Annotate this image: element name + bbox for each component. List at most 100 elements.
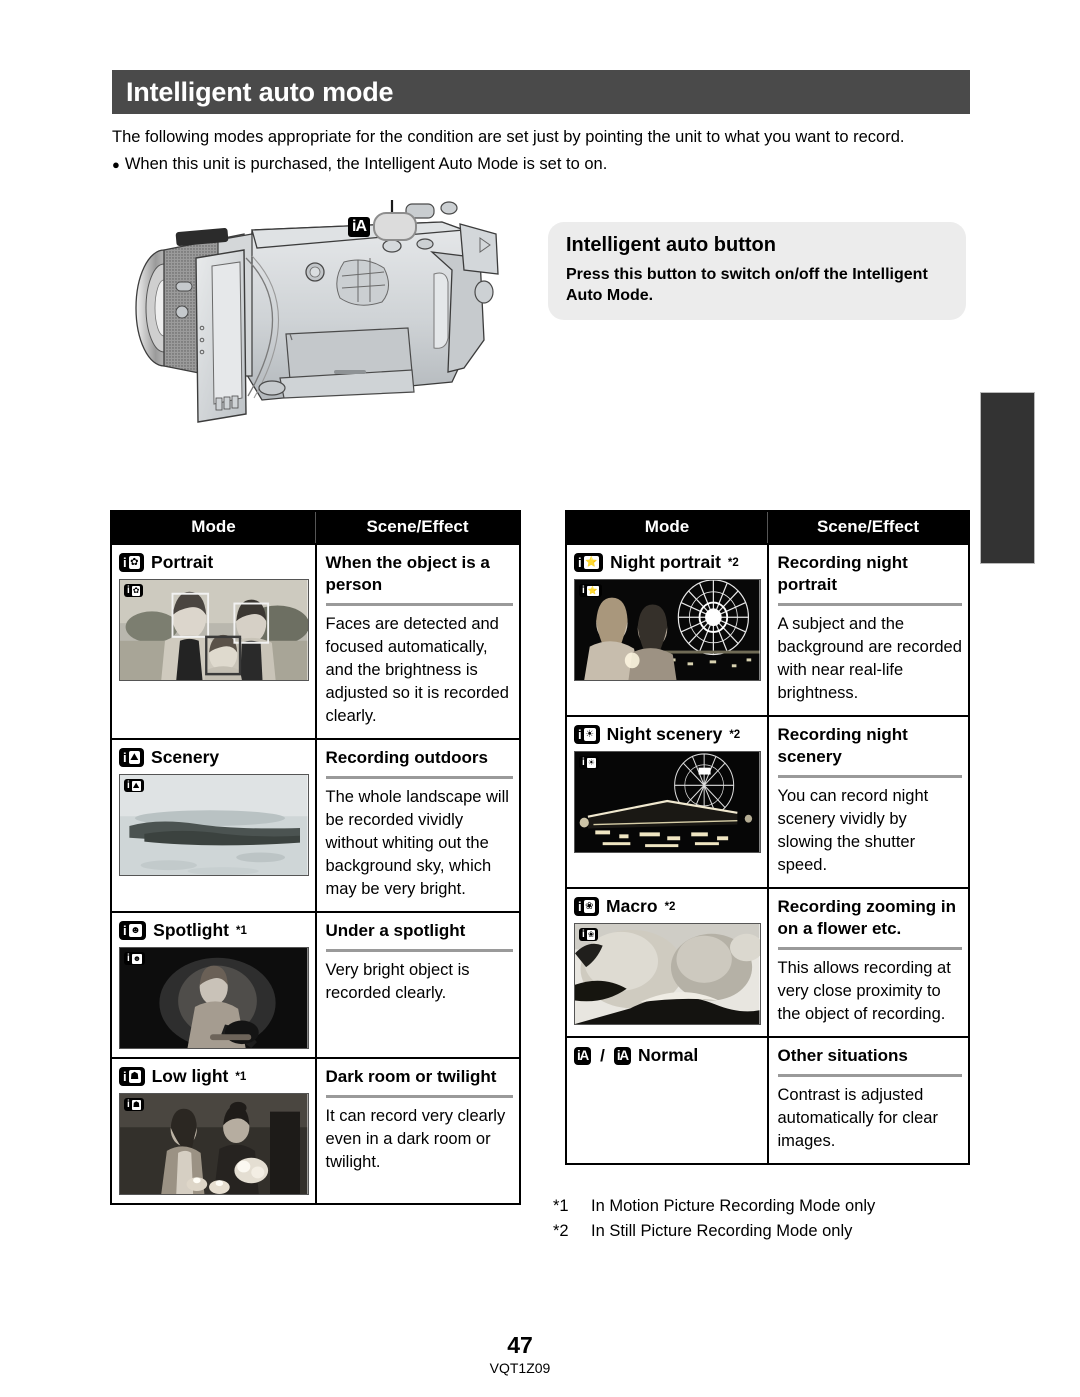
thumbnail-osd-icon: i ✿ (124, 584, 144, 597)
effect-cell-scenery: Recording outdoors The whole landscape w… (315, 738, 519, 912)
mode-cell-normal: iA / iA Normal (567, 1036, 769, 1163)
footnote-ref: *1 (235, 924, 247, 937)
mode-cell-macro: i ❀ Macro *2 i ❀ (567, 887, 769, 1037)
camcorder-svg (135, 200, 499, 423)
column-header-mode: Mode (567, 512, 768, 544)
effect-body: Faces are detected and focused automatic… (325, 615, 509, 725)
bullet-dot-icon: ● (112, 157, 120, 172)
thumbnail-night-portrait: i ⭐ (574, 579, 761, 681)
thumbnail-osd-icon: i ❀ (579, 928, 599, 941)
table-row: i ⛰ Scenery i ⛰ Recording outdoors The w… (112, 738, 519, 912)
effect-title: When the object is a person (325, 553, 490, 594)
thumbnail-macro: i ❀ (574, 923, 761, 1025)
table-row: i ⭐ Night portrait *2 i ⭐ Recording nigh… (567, 543, 968, 716)
column-header-effect: Scene/Effect (315, 512, 519, 544)
thumbnail-scenery: i ⛰ (119, 774, 309, 876)
thumbnail-osd-icon: i ⛰ (124, 779, 144, 792)
footnote-ref: *2 (727, 556, 739, 569)
effect-title: Recording night portrait (777, 553, 908, 594)
intro-bullet-item: ● When this unit is purchased, the Intel… (112, 153, 972, 176)
footnote-marker: *1 (553, 1197, 569, 1215)
page-edge-tab-marker (980, 392, 1035, 564)
table-row: i ☗ Low light *1 i ☗ Dark room or twilig… (112, 1057, 519, 1203)
footnote-text: In Motion Picture Recording Mode only (591, 1197, 876, 1215)
mode-name-label: Normal (637, 1045, 699, 1065)
table-row: iA / iA Normal Other situations Contrast… (567, 1036, 968, 1163)
thumbnail-portrait: i ✿ (119, 579, 309, 681)
spotlight-mode-icon: i ☻ (119, 921, 147, 940)
table-row: i ✿ Portrait i ✿ When the object is a pe… (112, 543, 519, 739)
footnotes-block: *1 In Motion Picture Recording Mode only… (553, 1194, 875, 1244)
macro-mode-icon: i ❀ (574, 897, 600, 916)
effect-divider (325, 603, 513, 606)
mode-name-label: Macro (606, 896, 658, 916)
mode-name-label: Scenery (151, 747, 220, 767)
page-title-bar: Intelligent auto mode (112, 70, 970, 114)
effect-cell-night-scenery: Recording night scenery You can record n… (767, 715, 968, 888)
camcorder-illustration (112, 200, 532, 490)
mode-cell-portrait: i ✿ Portrait i ✿ (112, 543, 317, 739)
mode-cell-low-light: i ☗ Low light *1 i ☗ (112, 1057, 317, 1203)
effect-cell-portrait: When the object is a person Faces are de… (315, 543, 519, 739)
effect-cell-macro: Recording zooming in on a flower etc. Th… (767, 887, 968, 1037)
night-portrait-mode-icon: i ⭐ (574, 553, 604, 572)
effect-title: Other situations (777, 1046, 908, 1065)
mode-label-normal: iA / iA Normal (574, 1045, 761, 1066)
thumbnail-spotlight: i ☻ (119, 947, 309, 1049)
callout-body: Press this button to switch on/off the I… (566, 266, 928, 304)
mode-name-label: Night scenery (606, 724, 723, 744)
ia-button-callout: iA (348, 212, 417, 241)
footnote-item: *1 In Motion Picture Recording Mode only (553, 1194, 875, 1219)
mode-table-right: Mode Scene/Effect i ⭐ Night portrait *2 (565, 510, 970, 1165)
mode-label-night-scenery: i ☀ Night scenery *2 (574, 724, 761, 745)
mode-label-spotlight: i ☻ Spotlight *1 (119, 920, 309, 941)
mode-cell-scenery: i ⛰ Scenery i ⛰ (112, 738, 317, 912)
effect-body: This allows recording at very close prox… (777, 959, 951, 1023)
effect-body: Contrast is adjusted automatically for c… (777, 1086, 938, 1150)
thumbnail-osd-icon: i ⭐ (579, 584, 602, 597)
mode-label-night-portrait: i ⭐ Night portrait *2 (574, 552, 761, 573)
effect-cell-night-portrait: Recording night portrait A subject and t… (767, 543, 968, 716)
effect-cell-spotlight: Under a spotlight Very bright object is … (315, 911, 519, 1058)
mode-cell-night-portrait: i ⭐ Night portrait *2 i ⭐ (567, 543, 769, 716)
effect-title: Recording night scenery (777, 725, 908, 766)
intro-bullet-text: When this unit is purchased, the Intelli… (124, 155, 608, 173)
thumbnail-night-scenery: i ☀ (574, 751, 761, 853)
ia-still-mode-icon: iA (613, 1046, 631, 1065)
intro-block: The following modes appropriate for the … (112, 126, 972, 176)
thumbnail-osd-icon: i ☗ (124, 1098, 144, 1111)
effect-body: It can record very clearly even in a dar… (325, 1107, 506, 1171)
table-row: i ☻ Spotlight *1 i ☻ Under a spotlight V… (112, 911, 519, 1058)
column-header-mode: Mode (112, 512, 316, 544)
thumbnail-osd-icon: i ☻ (124, 952, 146, 965)
column-header-effect: Scene/Effect (767, 512, 968, 544)
effect-title: Recording zooming in on a flower etc. (777, 897, 957, 938)
effect-divider (777, 603, 962, 606)
footnote-marker: *2 (553, 1222, 569, 1240)
effect-body: You can record night scenery vividly by … (777, 787, 929, 874)
thumbnail-osd-icon: i ☀ (579, 756, 599, 769)
mode-label-scenery: i ⛰ Scenery (119, 747, 309, 768)
effect-cell-low-light: Dark room or twilight It can record very… (315, 1057, 519, 1203)
mode-name-label: Spotlight (153, 920, 229, 940)
mode-name-label: Low light (151, 1066, 229, 1086)
effect-body: Very bright object is recorded clearly. (325, 961, 470, 1002)
effect-title: Dark room or twilight (325, 1067, 497, 1086)
footnote-item: *2 In Still Picture Recording Mode only (553, 1219, 875, 1244)
icon-separator: / (600, 1045, 605, 1065)
table-header-row: Mode Scene/Effect (112, 512, 519, 544)
callout-title: Intelligent auto button (566, 234, 776, 256)
intelligent-auto-button-callout: Intelligent auto button Press this butto… (548, 222, 966, 320)
document-code: VQT1Z09 (489, 1360, 551, 1376)
effect-cell-normal: Other situations Contrast is adjusted au… (767, 1036, 968, 1163)
mode-table-left: Mode Scene/Effect i ✿ Portrait i ✿ When … (110, 510, 521, 1205)
effect-divider (777, 775, 962, 778)
camcorder-ia-button (382, 239, 402, 253)
footnote-ref: *2 (729, 728, 741, 741)
intro-paragraph: The following modes appropriate for the … (112, 128, 905, 146)
effect-divider (325, 1095, 513, 1098)
mode-name-label: Night portrait (610, 552, 721, 572)
mode-cell-night-scenery: i ☀ Night scenery *2 i ☀ (567, 715, 769, 888)
page-number: 47 (507, 1332, 533, 1358)
ia-badge-icon: iA (348, 216, 370, 237)
